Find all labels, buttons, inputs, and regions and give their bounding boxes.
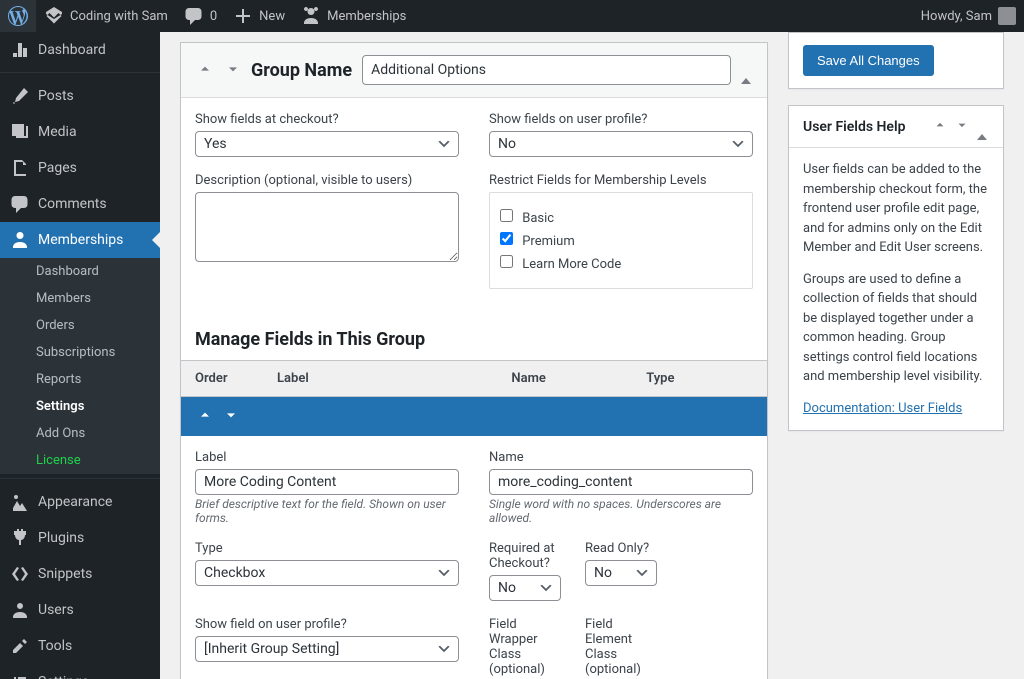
description-label: Description (optional, visible to users) bbox=[195, 173, 459, 188]
field-type-select[interactable]: Checkbox bbox=[195, 560, 459, 586]
help-up-icon[interactable] bbox=[931, 116, 949, 137]
comments-link[interactable]: 0 bbox=[176, 0, 225, 32]
group-title: Group Name bbox=[251, 60, 352, 81]
field-label-label: Label bbox=[195, 450, 459, 465]
show-profile-label: Show fields on user profile? bbox=[489, 112, 753, 127]
avatar bbox=[998, 7, 1016, 25]
admin-menu: Dashboard Posts Media Pages Comments Mem… bbox=[0, 32, 160, 679]
help-p1: User fields can be added to the membersh… bbox=[803, 160, 989, 258]
description-textarea[interactable] bbox=[195, 192, 459, 262]
menu-settings[interactable]: Settings bbox=[0, 664, 160, 679]
save-all-button[interactable]: Save All Changes bbox=[803, 45, 934, 76]
group-box: Group Name Show fields at checkout? Yes … bbox=[180, 42, 768, 679]
menu-comments[interactable]: Comments bbox=[0, 186, 160, 222]
fields-table: Order Label Name Type bbox=[181, 360, 767, 397]
levels-box: Basic Premium Learn More Code bbox=[489, 192, 753, 289]
help-toggle-icon[interactable] bbox=[975, 117, 989, 136]
field-profile-select[interactable]: [Inherit Group Setting] bbox=[195, 636, 459, 662]
sub-reports[interactable]: Reports bbox=[0, 366, 160, 393]
field-move-up-icon[interactable] bbox=[195, 405, 215, 428]
menu-media[interactable]: Media bbox=[0, 114, 160, 150]
menu-dashboard[interactable]: Dashboard bbox=[0, 32, 160, 68]
menu-snippets[interactable]: Snippets bbox=[0, 556, 160, 592]
ab-memberships[interactable]: Memberships bbox=[293, 0, 414, 32]
help-p2: Groups are used to define a collection o… bbox=[803, 270, 989, 387]
field-type-label: Type bbox=[195, 541, 459, 556]
field-name-input[interactable] bbox=[489, 469, 753, 495]
required-select[interactable]: No bbox=[489, 575, 561, 601]
sub-license[interactable]: License bbox=[0, 447, 160, 474]
field-name-label: Name bbox=[489, 450, 753, 465]
menu-posts[interactable]: Posts bbox=[0, 78, 160, 114]
restrict-label: Restrict Fields for Membership Levels bbox=[489, 173, 753, 188]
site-name[interactable]: Coding with Sam bbox=[36, 0, 176, 32]
doc-link[interactable]: Documentation: User Fields bbox=[803, 401, 962, 416]
level-learnmore[interactable]: Learn More Code bbox=[500, 255, 742, 272]
required-label: Required at Checkout? bbox=[489, 541, 561, 571]
new-content[interactable]: New bbox=[225, 0, 293, 32]
table-header-row: Order Label Name Type bbox=[181, 361, 767, 397]
show-checkout-label: Show fields at checkout? bbox=[195, 112, 459, 127]
sub-subscriptions[interactable]: Subscriptions bbox=[0, 339, 160, 366]
field-label-help: Brief descriptive text for the field. Sh… bbox=[195, 497, 459, 525]
group-name-input[interactable] bbox=[362, 55, 731, 85]
field-row-header bbox=[181, 397, 767, 436]
readonly-select[interactable]: No bbox=[585, 560, 657, 586]
menu-appearance[interactable]: Appearance bbox=[0, 484, 160, 520]
admin-bar: Coding with Sam 0 New Memberships Howdy,… bbox=[0, 0, 1024, 32]
element-label: Field Element Class (optional) bbox=[585, 617, 657, 677]
wp-logo[interactable] bbox=[0, 0, 36, 32]
readonly-label: Read Only? bbox=[585, 541, 657, 556]
my-account[interactable]: Howdy, Sam bbox=[913, 0, 1024, 32]
save-box: Save All Changes bbox=[788, 32, 1004, 89]
manage-heading: Manage Fields in This Group bbox=[181, 329, 767, 350]
collapse-group-icon[interactable] bbox=[739, 61, 753, 80]
move-down-icon[interactable] bbox=[223, 59, 243, 82]
show-checkout-select[interactable]: Yes bbox=[195, 131, 459, 157]
memberships-submenu: Dashboard Members Orders Subscriptions R… bbox=[0, 258, 160, 474]
field-body: Label Brief descriptive text for the fie… bbox=[181, 436, 767, 679]
menu-users[interactable]: Users bbox=[0, 592, 160, 628]
field-name-help: Single word with no spaces. Underscores … bbox=[489, 497, 753, 525]
field-move-down-icon[interactable] bbox=[221, 405, 241, 428]
field-profile-label: Show field on user profile? bbox=[195, 617, 459, 632]
sub-dashboard[interactable]: Dashboard bbox=[0, 258, 160, 285]
level-basic[interactable]: Basic bbox=[500, 209, 742, 226]
help-down-icon[interactable] bbox=[953, 116, 971, 137]
level-premium[interactable]: Premium bbox=[500, 232, 742, 249]
menu-pages[interactable]: Pages bbox=[0, 150, 160, 186]
help-box: User Fields Help User fields can be adde… bbox=[788, 105, 1004, 431]
menu-memberships[interactable]: Memberships bbox=[0, 222, 160, 258]
help-title: User Fields Help bbox=[803, 119, 905, 135]
field-label-input[interactable] bbox=[195, 469, 459, 495]
sub-settings[interactable]: Settings bbox=[0, 393, 160, 420]
move-up-icon[interactable] bbox=[195, 59, 215, 82]
sub-addons[interactable]: Add Ons bbox=[0, 420, 160, 447]
sub-orders[interactable]: Orders bbox=[0, 312, 160, 339]
show-profile-select[interactable]: No bbox=[489, 131, 753, 157]
menu-tools[interactable]: Tools bbox=[0, 628, 160, 664]
wrapper-label: Field Wrapper Class (optional) bbox=[489, 617, 561, 677]
menu-plugins[interactable]: Plugins bbox=[0, 520, 160, 556]
sub-members[interactable]: Members bbox=[0, 285, 160, 312]
